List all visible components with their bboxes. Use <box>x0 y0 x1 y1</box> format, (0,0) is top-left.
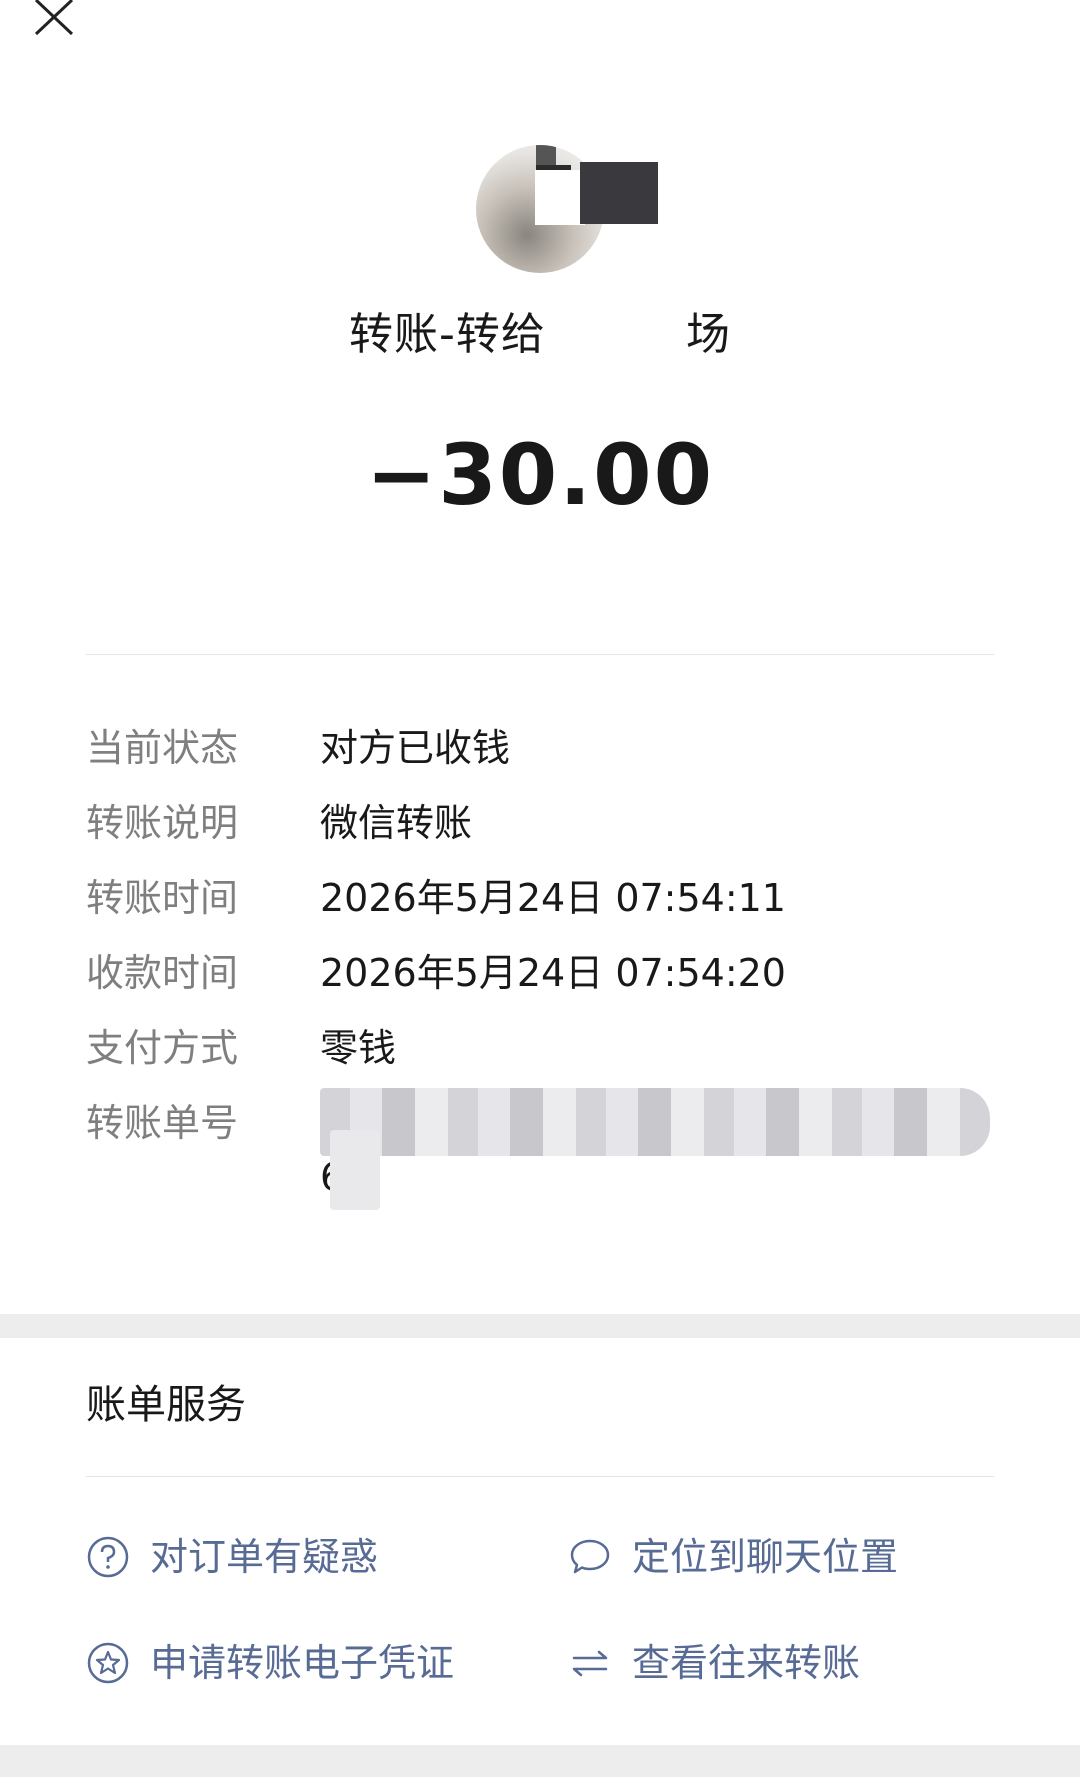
close-button[interactable] <box>30 0 80 40</box>
detail-value: 零钱 <box>320 1026 397 1070</box>
view-transfers-link[interactable]: 查看往来转账 <box>568 1633 860 1693</box>
locate-chat-link[interactable]: 定位到聊天位置 <box>568 1527 898 1587</box>
apply-voucher-link[interactable]: 申请转账电子凭证 <box>86 1633 454 1693</box>
detail-label: 支付方式 <box>86 1026 239 1070</box>
divider <box>86 1476 994 1477</box>
service-label: 对订单有疑惑 <box>150 1535 379 1579</box>
bill-services-title: 账单服务 <box>86 1382 246 1428</box>
service-label: 申请转账电子凭证 <box>150 1641 455 1685</box>
detail-label: 转账说明 <box>86 801 239 845</box>
detail-row-receive-time: 收款时间 2026年5月24日 07:54:20 <box>86 943 994 1003</box>
service-label: 查看往来转账 <box>632 1641 861 1685</box>
detail-label: 转账时间 <box>86 876 239 920</box>
bottom-separator <box>0 1745 1080 1777</box>
detail-row-payment-method: 支付方式 零钱 <box>86 1018 994 1078</box>
transfer-arrows-icon <box>568 1641 612 1685</box>
section-separator <box>0 1314 1080 1338</box>
redaction-mask <box>320 1088 990 1156</box>
redaction-mask <box>535 170 585 225</box>
service-label: 定位到聊天位置 <box>632 1535 899 1579</box>
detail-label: 转账单号 <box>86 1101 239 1145</box>
title-suffix: 场 <box>685 309 731 360</box>
close-icon <box>34 0 74 36</box>
detail-label: 收款时间 <box>86 951 239 995</box>
redaction-mask <box>580 162 658 224</box>
detail-row-transfer-time: 转账时间 2026年5月24日 07:54:11 <box>86 868 994 928</box>
star-circle-icon <box>86 1641 130 1685</box>
transfer-amount: −30.00 <box>365 426 715 524</box>
detail-value: 微信转账 <box>320 801 473 845</box>
detail-value: 对方已收钱 <box>320 726 511 770</box>
order-question-link[interactable]: 对订单有疑惑 <box>86 1527 378 1587</box>
divider <box>86 654 994 655</box>
redaction-mask <box>330 1130 380 1210</box>
detail-label: 当前状态 <box>86 726 239 770</box>
chat-bubble-icon <box>568 1535 612 1579</box>
detail-row-status: 当前状态 对方已收钱 <box>86 718 994 778</box>
detail-value: 2026年5月24日 07:54:11 <box>320 876 786 920</box>
detail-value: 2026年5月24日 07:54:20 <box>320 951 786 995</box>
transfer-title: 转账-转给 场 <box>0 305 1080 365</box>
detail-row-note: 转账说明 微信转账 <box>86 793 994 853</box>
title-prefix: 转账-转给 <box>349 309 546 360</box>
question-circle-icon <box>86 1535 130 1579</box>
